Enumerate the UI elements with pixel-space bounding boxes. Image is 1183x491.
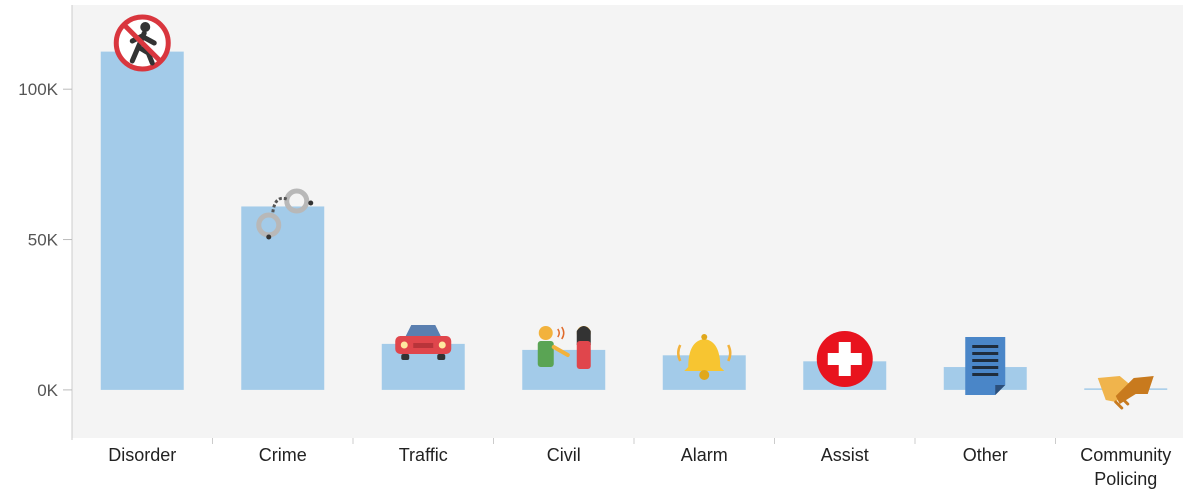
y-tick-label: 0K	[37, 381, 58, 400]
medical-cross-icon	[816, 331, 873, 387]
x-tick-label: Traffic	[399, 445, 448, 465]
bar[interactable]	[522, 349, 606, 390]
no-pedestrian-icon	[113, 14, 171, 72]
document-icon	[965, 337, 1006, 395]
bar-chart: 0K 50K 100K Disorder Crime Traffic Civil Alarm…	[0, 0, 1183, 491]
bar[interactable]	[241, 206, 325, 390]
y-tick-label: 100K	[18, 80, 58, 99]
x-tick-label: Other	[963, 445, 1008, 465]
chart-container: 0K 50K 100K Disorder Crime Traffic Civil Alarm…	[0, 0, 1183, 491]
x-tick-label: Disorder	[108, 445, 176, 465]
x-tick-label: Crime	[259, 445, 307, 465]
x-tick-label: Civil	[547, 445, 581, 465]
y-tick-label: 50K	[28, 231, 59, 250]
x-tick-label: Alarm	[681, 445, 728, 465]
bar[interactable]	[100, 51, 184, 390]
x-tick-label: Assist	[821, 445, 869, 465]
